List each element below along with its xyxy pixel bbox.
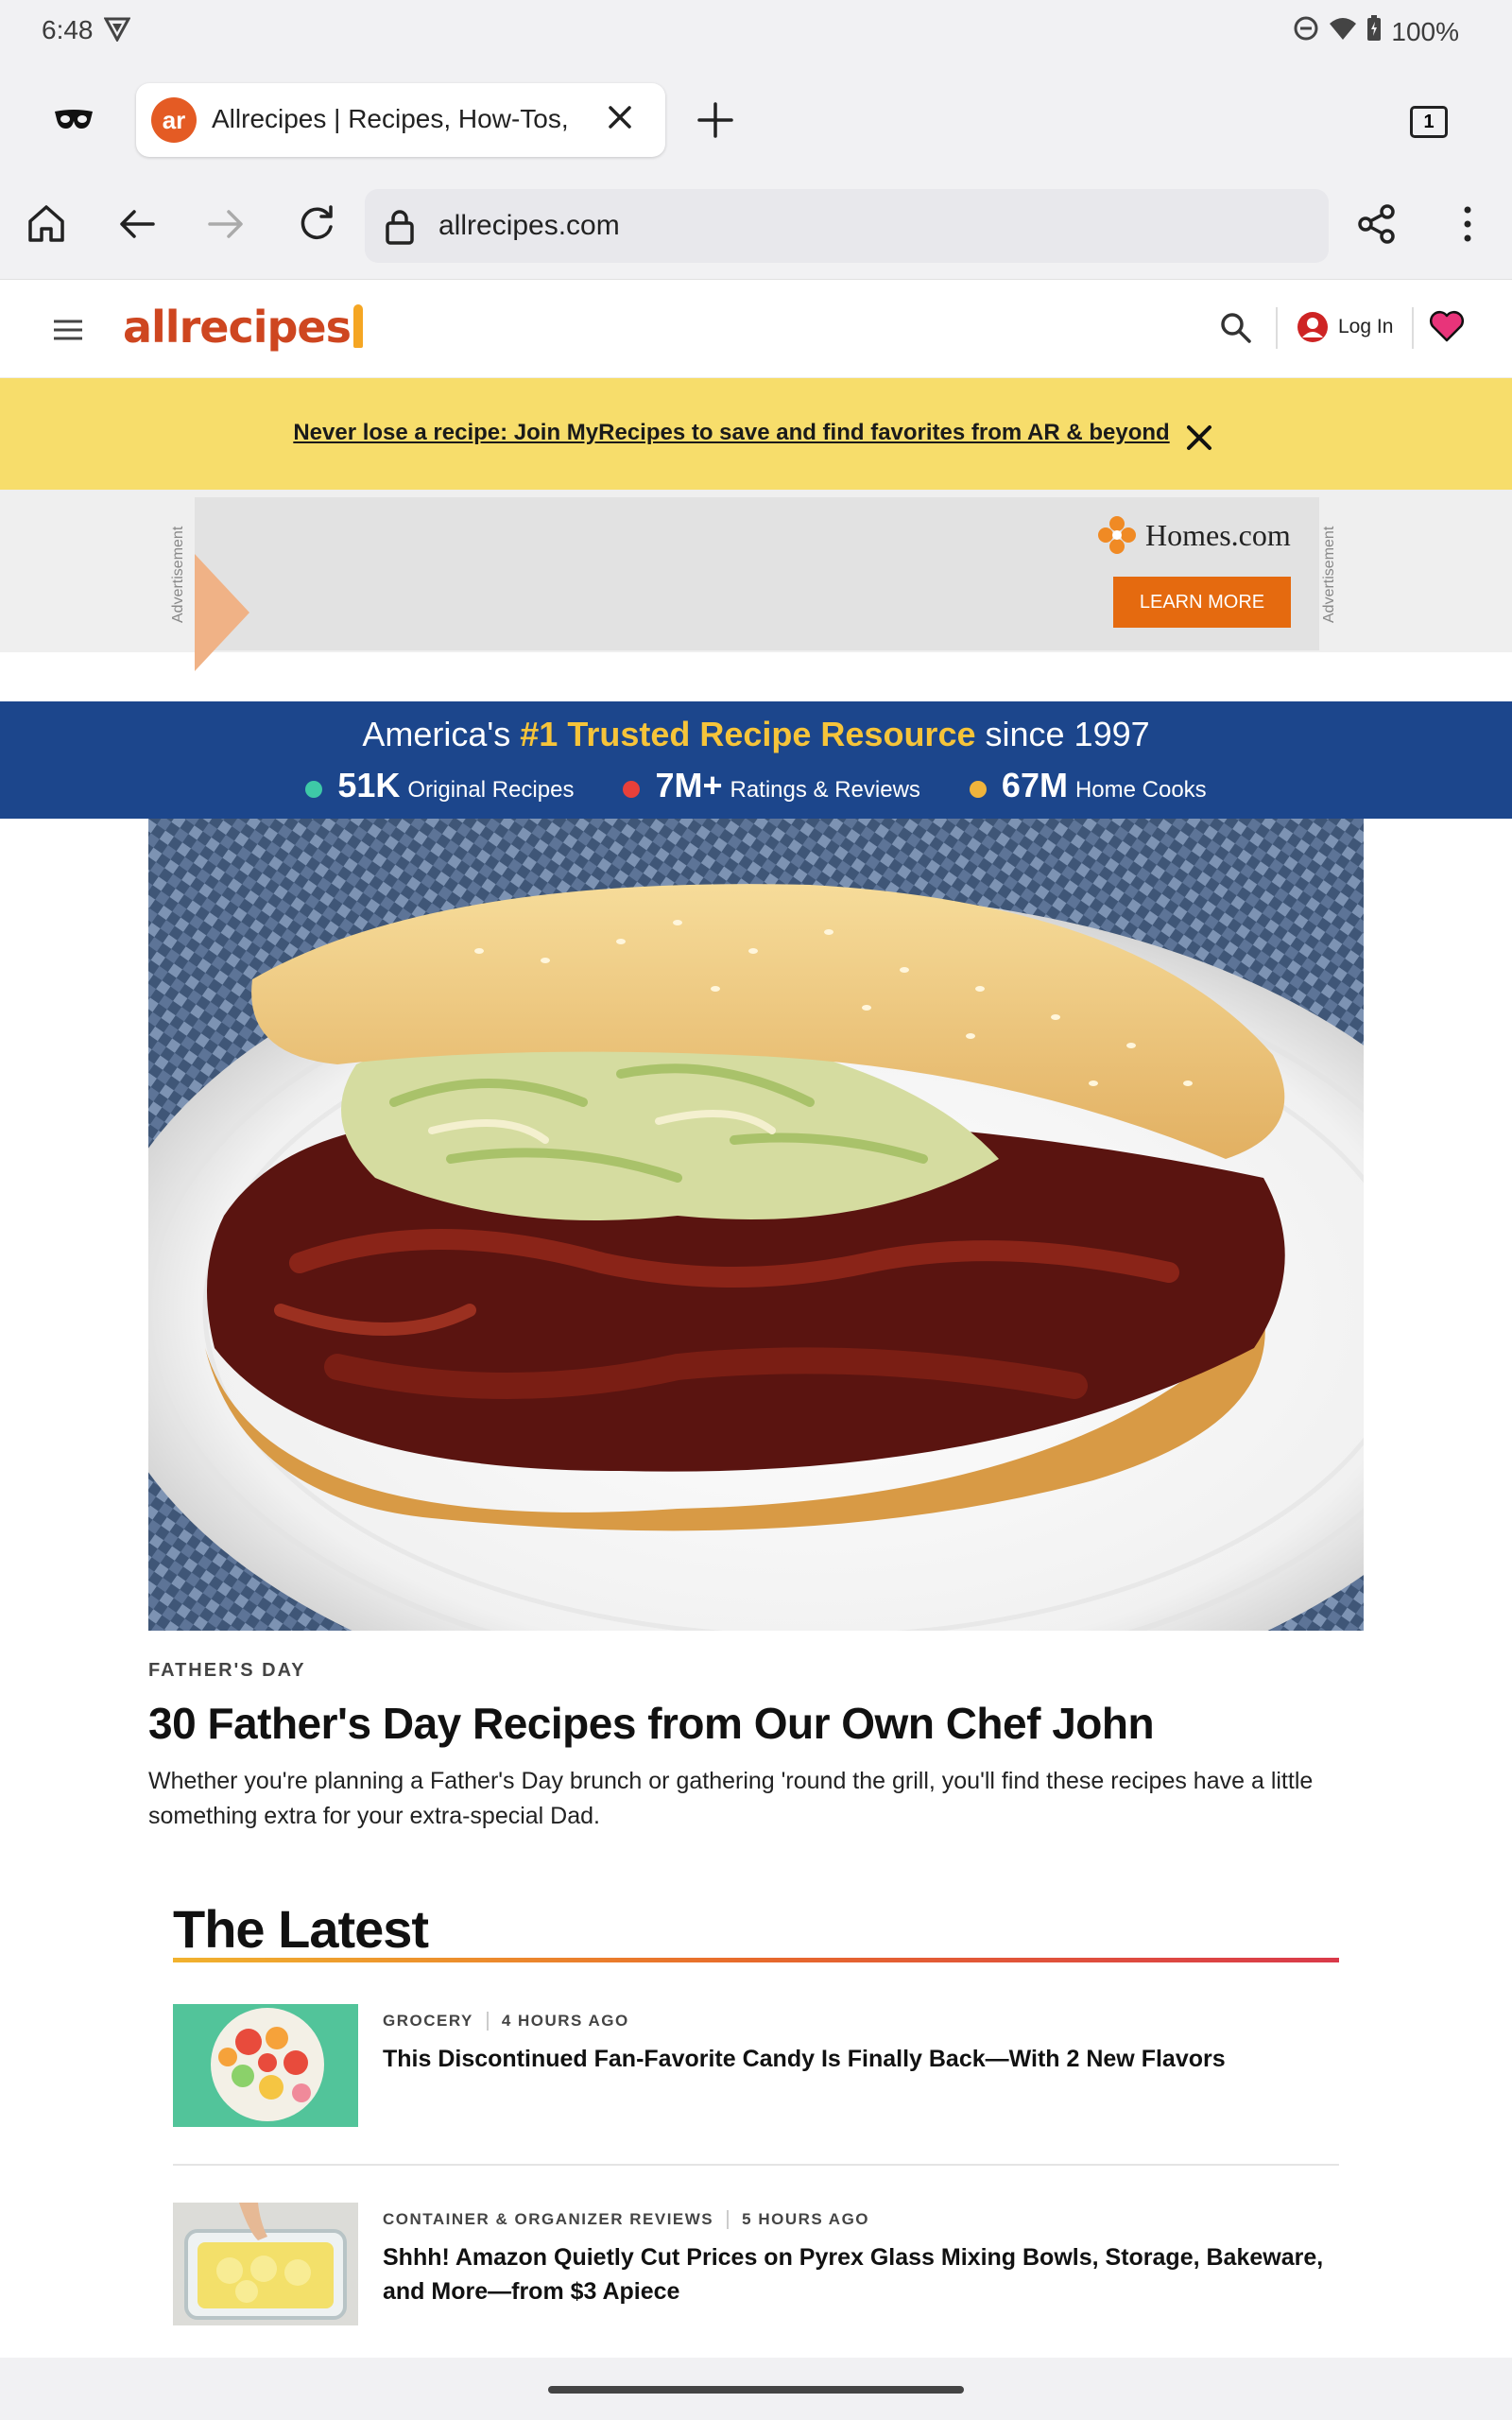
gesture-handle[interactable] (548, 2386, 964, 2394)
item-title[interactable]: Shhh! Amazon Quietly Cut Prices on Pyrex… (383, 2240, 1328, 2308)
ad-brand-name: Homes.com (1145, 517, 1291, 552)
ad-label: Advertisement (1321, 526, 1337, 624)
article-dek: Whether you're planning a Father's Day b… (148, 1768, 1314, 1829)
stat-dot (305, 781, 323, 798)
tagline: America's #1 Trusted Recipe Resource sin… (0, 715, 1512, 754)
status-bar: 6:48 100% (0, 0, 1512, 68)
ad-label: Advertisement (170, 526, 186, 624)
tagline-highlight: #1 Trusted Recipe Resource (520, 715, 976, 753)
promo-link[interactable]: Never lose a recipe: Join MyRecipes to s… (0, 420, 1463, 446)
close-icon[interactable] (1185, 424, 1213, 457)
stat-label: Original Recipes (407, 777, 575, 803)
stat-original-recipes: 51K Original Recipes (305, 766, 574, 805)
ad-banner[interactable]: Homes.com LEARN MORE (195, 497, 1319, 671)
hero-image[interactable] (148, 819, 1364, 1631)
bbq-sandwich-image (148, 819, 1364, 1631)
system-nav-bar (0, 2358, 1512, 2420)
new-tab-icon[interactable] (696, 100, 735, 145)
stat-number: 7M+ (655, 766, 723, 804)
advertisement-area: Advertisement Homes.com LEARN MORE Adver… (0, 490, 1512, 671)
ad-play-triangle (195, 554, 249, 671)
allrecipes-logo[interactable]: allrecipes (123, 302, 364, 353)
candy-thumbnail-image (173, 2004, 358, 2127)
stat-home-cooks: 67M Home Cooks (969, 766, 1207, 805)
battery-icon (1366, 15, 1382, 48)
section-title: The Latest (173, 1899, 429, 1959)
close-tab-icon[interactable] (601, 98, 639, 141)
login-button[interactable]: Log In (1297, 311, 1393, 343)
more-menu-icon[interactable] (1446, 202, 1489, 251)
site-header: allrecipes Log In (0, 281, 1512, 378)
tagline-prefix: America's (362, 715, 511, 753)
back-arrow-icon[interactable] (115, 202, 159, 251)
meta-divider (727, 2210, 730, 2229)
url-text: allrecipes.com (438, 210, 620, 241)
home-icon[interactable] (25, 202, 68, 251)
header-divider (1412, 307, 1414, 349)
vpn-icon (103, 17, 131, 46)
search-icon[interactable] (1219, 311, 1253, 350)
dnd-icon (1293, 15, 1319, 48)
item-time: 5 HOURS AGO (742, 2210, 870, 2228)
user-avatar-icon (1297, 312, 1328, 342)
share-icon[interactable] (1355, 202, 1399, 251)
article-headline[interactable]: 30 Father's Day Recipes from Our Own Che… (148, 1698, 1155, 1749)
stat-number: 51K (337, 766, 401, 804)
stats-row: 51K Original Recipes 7M+ Ratings & Revie… (0, 766, 1512, 805)
section-rule (173, 1958, 1339, 1962)
item-category[interactable]: GROCERY (383, 2012, 473, 2031)
learn-more-button[interactable]: LEARN MORE (1113, 577, 1291, 628)
tab-title: Allrecipes | Recipes, How-Tos, (212, 104, 569, 133)
list-item[interactable]: CONTAINER & ORGANIZER REVIEWS 5 HOURS AG… (173, 2203, 1339, 2327)
stat-label: Home Cooks (1074, 777, 1207, 803)
stat-ratings-reviews: 7M+ Ratings & Reviews (623, 766, 920, 805)
item-time: 4 HOURS AGO (501, 2012, 629, 2030)
homes-logo-icon (1098, 516, 1136, 554)
item-meta: GROCERY 4 HOURS AGO (383, 2012, 629, 2031)
browser-tab[interactable]: ar Allrecipes | Recipes, How-Tos, (136, 83, 665, 157)
tab-count-button[interactable]: 1 (1410, 106, 1448, 138)
item-category[interactable]: CONTAINER & ORGANIZER REVIEWS (383, 2210, 713, 2229)
article-thumbnail[interactable] (173, 2203, 358, 2325)
list-divider (173, 2164, 1339, 2166)
stat-label: Ratings & Reviews (730, 777, 920, 803)
list-item[interactable]: GROCERY 4 HOURS AGO This Discontinued Fa… (173, 2004, 1339, 2129)
logo-text: allrecipes (123, 302, 352, 353)
meta-divider (486, 2012, 489, 2031)
forward-arrow-icon[interactable] (204, 202, 248, 251)
lock-icon (384, 208, 416, 251)
favorites-heart-icon[interactable] (1429, 309, 1465, 348)
stat-dot (969, 781, 987, 798)
ad-brand: Homes.com (1096, 514, 1291, 556)
battery-percent: 100% (1391, 16, 1459, 46)
article-thumbnail[interactable] (173, 2004, 358, 2127)
pyrex-thumbnail-image (173, 2203, 358, 2325)
myrecipes-promo-banner: Never lose a recipe: Join MyRecipes to s… (0, 378, 1512, 490)
browser-toolbar: allrecipes.com (0, 172, 1512, 280)
item-meta: CONTAINER & ORGANIZER REVIEWS 5 HOURS AG… (383, 2210, 869, 2229)
header-divider (1276, 307, 1278, 349)
reload-icon[interactable] (295, 202, 338, 251)
status-right: 100% (1293, 15, 1459, 48)
trust-stats-band: America's #1 Trusted Recipe Resource sin… (0, 701, 1512, 819)
tab-strip: ar Allrecipes | Recipes, How-Tos, 1 (0, 68, 1512, 172)
stat-dot (623, 781, 641, 798)
allrecipes-favicon: ar (151, 97, 197, 143)
article-kicker[interactable]: FATHER'S DAY (148, 1660, 306, 1682)
item-title[interactable]: This Discontinued Fan-Favorite Candy Is … (383, 2042, 1328, 2076)
login-label: Log In (1338, 316, 1394, 337)
status-time: 6:48 (42, 15, 94, 44)
wifi-icon (1329, 16, 1357, 47)
logo-spoon-icon (353, 304, 364, 348)
hamburger-menu-icon[interactable] (53, 319, 83, 346)
stat-number: 67M (1001, 766, 1068, 804)
address-bar[interactable]: allrecipes.com (365, 189, 1329, 263)
tagline-suffix: since 1997 (985, 715, 1150, 753)
incognito-icon[interactable] (53, 106, 94, 137)
